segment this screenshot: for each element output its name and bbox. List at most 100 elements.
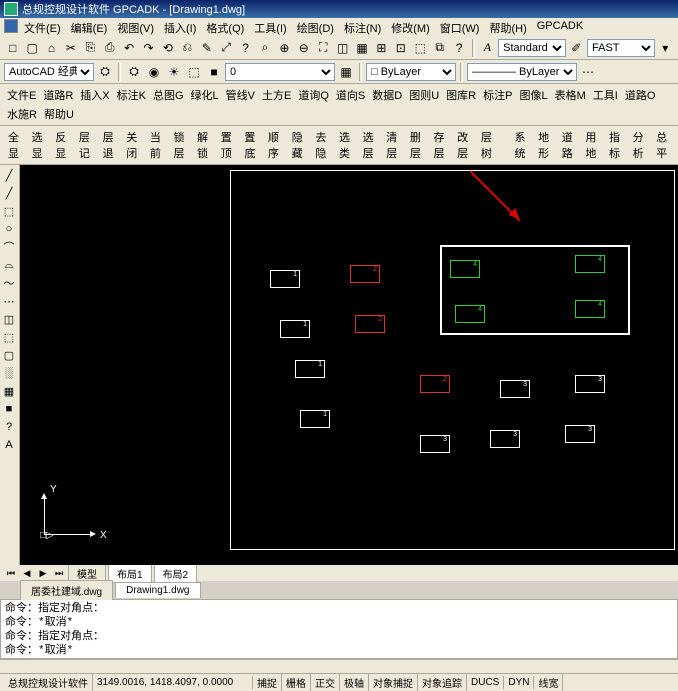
ribbon-item[interactable]: 标注P [480,86,515,104]
drawing-object[interactable]: 1 [300,410,330,428]
tab-nav-button[interactable]: ▶ [36,567,50,579]
layer-icon[interactable]: ☀ [165,63,183,81]
draw-tool[interactable]: ⌒ [1,239,17,255]
ribbon-item[interactable]: 管线V [223,86,258,104]
layer-button[interactable]: 层树 [477,128,499,162]
toolbar-button[interactable]: ⛶ [315,39,332,57]
draw-tool[interactable]: ■ [1,401,17,417]
color-combo[interactable]: □ ByLayer [366,63,456,81]
menu-item[interactable]: 修改(M) [387,19,434,35]
drawing-object[interactable]: 3 [490,430,520,448]
draw-tool[interactable]: ～ [1,275,17,291]
drawing-object[interactable]: 1 [280,320,310,338]
draw-tool[interactable]: ○ [1,221,17,237]
drawing-object[interactable]: 2 [350,265,380,283]
style-a-icon[interactable]: A [479,39,496,57]
draw-tool[interactable]: A [1,437,17,453]
layer-button[interactable]: 存层 [430,128,452,162]
toolbar-button[interactable]: ⊕ [276,39,293,57]
ribbon-item[interactable]: 道路O [622,86,659,104]
layer-button[interactable]: 锁层 [169,128,191,162]
layer-button[interactable]: 道路 [558,128,580,162]
draw-tool[interactable]: ⋯ [1,293,17,309]
ribbon-item[interactable]: 图库R [443,86,479,104]
menu-item[interactable]: 帮助(H) [485,19,530,35]
brush-icon[interactable]: ✐ [568,39,585,57]
workspace-combo[interactable]: AutoCAD 经典 [4,63,94,81]
draw-tool[interactable]: ⬚ [1,203,17,219]
layer-button[interactable]: 解锁 [193,128,215,162]
menu-item[interactable]: 插入(I) [160,19,200,35]
layer-button[interactable]: 关闭 [122,128,144,162]
draw-tool[interactable]: ░ [1,365,17,381]
command-window[interactable]: 命令：指定对角点：命令：*取消*命令：指定对角点：命令：*取消*命令： [0,599,678,659]
status-toggle[interactable]: 正交 [311,674,340,691]
menu-item[interactable]: 窗口(W) [436,19,484,35]
layer-button[interactable]: 选显 [28,128,50,162]
status-toggle[interactable]: 栅格 [282,674,311,691]
document-tab[interactable]: 居委社建域.dwg [20,580,113,600]
drawing-object[interactable]: 1 [270,270,300,288]
ribbon-item[interactable]: 图则U [406,86,442,104]
draw-tool[interactable]: ◫ [1,311,17,327]
draw-tool[interactable]: ╱ [1,185,17,201]
linetype-combo[interactable]: ———— ByLayer [467,63,577,81]
layer-button[interactable]: 置顶 [217,128,239,162]
drawing-object[interactable]: 4 [450,260,480,278]
toolbar-button[interactable]: ✂ [62,39,79,57]
drawing-canvas[interactable]: 1244124412331333 Y X □▷ [20,165,678,565]
toolbar-button[interactable]: □ [4,39,21,57]
draw-tool[interactable]: ╱ [1,167,17,183]
toolbar-button[interactable]: ⌕ [256,39,273,57]
ribbon-item[interactable]: 表格M [552,86,589,104]
layer-button[interactable]: 选类 [335,128,357,162]
layer-button[interactable]: 清层 [382,128,404,162]
layer-button[interactable]: 全显 [4,128,26,162]
toolbar-button[interactable]: ⟲ [159,39,176,57]
toolbar-button[interactable]: ⊞ [373,39,390,57]
status-toggle[interactable]: DYN [504,676,534,689]
draw-tool[interactable]: ⬚ [1,329,17,345]
tab-nav-button[interactable]: ◀ [20,567,34,579]
status-toggle[interactable]: 对象捕捉 [369,674,418,691]
toolbar-button[interactable]: ✎ [198,39,215,57]
layer-button[interactable]: 隐藏 [288,128,310,162]
document-tab[interactable]: Drawing1.dwg [115,582,200,598]
linetype-more-icon[interactable]: ⋯ [579,63,597,81]
layer-button[interactable]: 当前 [146,128,168,162]
dim-style-combo[interactable]: FAST [587,39,654,57]
layout-tab[interactable]: 布局1 [108,564,152,583]
drawing-object[interactable]: 1 [295,360,325,378]
toolbar-button[interactable]: ? [450,39,467,57]
toolbar-button[interactable]: ↶ [120,39,137,57]
layer-states-icon[interactable]: ▦ [337,63,355,81]
ribbon-item[interactable]: 图像L [516,86,550,104]
horizontal-scrollbar[interactable] [0,659,678,673]
layer-button[interactable]: 去隐 [311,128,333,162]
dropdown-icon[interactable]: ▾ [657,39,674,57]
layer-button[interactable]: 系统 [510,128,532,162]
menu-item[interactable]: 绘图(D) [293,19,338,35]
drawing-object[interactable]: 3 [420,435,450,453]
status-toggle[interactable]: 线宽 [534,674,563,691]
toolbar-button[interactable]: ⧉ [431,39,448,57]
ribbon-item[interactable]: 总图G [150,86,187,104]
toolbar-button[interactable]: ⊡ [392,39,409,57]
draw-tool[interactable]: ⌓ [1,257,17,273]
layer-button[interactable]: 总平 [652,128,674,162]
toolbar-button[interactable]: ⎌ [179,39,196,57]
drawing-object[interactable]: 3 [500,380,530,398]
menu-item[interactable]: 格式(Q) [202,19,248,35]
drawing-object[interactable]: 3 [565,425,595,443]
layer-icon[interactable]: ■ [205,63,223,81]
menu-item[interactable]: 视图(V) [113,19,158,35]
toolbar-button[interactable]: ⬚ [412,39,429,57]
layer-button[interactable]: 删层 [406,128,428,162]
drawing-object[interactable]: 4 [575,300,605,318]
menu-item[interactable]: 工具(I) [250,19,290,35]
drawing-object[interactable]: 2 [355,315,385,333]
status-toggle[interactable]: 对象追踪 [418,674,467,691]
menu-item[interactable]: 文件(E) [20,19,65,35]
draw-tool[interactable]: ▢ [1,347,17,363]
menu-item[interactable]: GPCADK [533,19,587,35]
